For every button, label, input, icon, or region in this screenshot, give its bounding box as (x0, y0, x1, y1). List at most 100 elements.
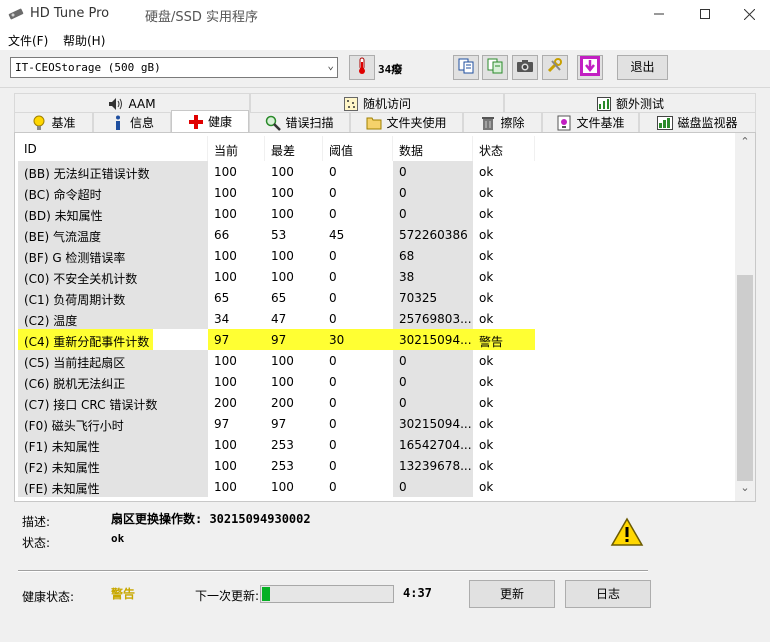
scroll-down-icon[interactable]: ⌄ (735, 481, 755, 499)
close-button[interactable] (726, 0, 770, 28)
table-row[interactable]: (C2) 温度 34 47 0 25769803... ok (18, 308, 535, 329)
cell-threshold: 0 (329, 480, 337, 494)
col-header-worst[interactable]: 最差 (265, 136, 323, 161)
cell-threshold: 0 (329, 186, 337, 200)
copy-screenshot-button[interactable] (482, 55, 508, 80)
tab-error-scan[interactable]: 错误扫描 (249, 112, 350, 132)
tab-folder-usage-label: 文件夹使用 (386, 116, 447, 130)
row-gap (153, 329, 208, 350)
col-header-current[interactable]: 当前 (208, 136, 265, 161)
tab-extra-tests[interactable]: 额外测试 (504, 93, 756, 113)
table-row[interactable]: (BF) G 检测错误率 100 100 0 68 ok (18, 245, 535, 266)
col-header-id[interactable]: ID (18, 136, 208, 161)
save-button[interactable] (577, 55, 603, 80)
chart-icon (596, 96, 612, 112)
tab-health-label: 健康 (207, 115, 232, 129)
cell-id: (BD) 未知属性 (18, 203, 208, 224)
cell-current: 97 (208, 329, 265, 350)
col-header-status[interactable]: 状态 (473, 136, 535, 161)
col-header-data[interactable]: 数据 (393, 136, 473, 161)
cell-data: 0 (393, 161, 473, 182)
cell-id: (C0) 不安全关机计数 (18, 266, 208, 287)
temperature-button[interactable] (349, 55, 375, 80)
table-row[interactable]: (F1) 未知属性 100 253 0 16542704... ok (18, 434, 535, 455)
tabs-row-2: 基准 信息 健康 错误扫描 文件夹使用 擦除 文件基准 磁盘监视器 (14, 110, 756, 132)
trash-icon (480, 115, 496, 131)
cell-threshold: 0 (329, 459, 337, 473)
cell-current: 34 (214, 312, 230, 326)
cell-id: (C7) 接口 CRC 错误计数 (18, 392, 208, 413)
scroll-up-icon[interactable]: ⌃ (735, 135, 755, 153)
description-label: 描述: (22, 515, 51, 529)
hdtune-app-icon (8, 6, 24, 22)
cell-status: ok (479, 249, 494, 263)
copy-info-button[interactable] (453, 55, 479, 80)
drive-select[interactable]: IT-CEOStorage (500 gB) ⌄ (10, 57, 338, 78)
table-row[interactable]: (FE) 未知属性 100 100 0 0 ok (18, 476, 535, 497)
chevron-down-icon: ⌄ (327, 59, 334, 72)
cell-status: ok (479, 375, 494, 389)
menu-file[interactable]: 文件(F) (8, 32, 48, 49)
scrollbar-thumb[interactable] (737, 275, 753, 481)
log-button[interactable]: 日志 (565, 580, 651, 608)
options-button[interactable] (542, 55, 568, 80)
cell-current: 100 (214, 186, 237, 200)
health-panel: ID 当前 最差 阈值 数据 状态 (BB) 无法纠正错误计数 100 100 … (14, 132, 756, 502)
table-row[interactable]: (F2) 未知属性 100 253 0 13239678... ok (18, 455, 535, 476)
tab-file-benchmark[interactable]: 文件基准 (542, 112, 639, 132)
tab-benchmark[interactable]: 基准 (14, 112, 93, 132)
tab-disk-monitor[interactable]: 磁盘监视器 (639, 112, 756, 132)
next-update-time: 4:37 (403, 586, 432, 600)
cell-worst: 100 (271, 165, 294, 179)
screenshot-button[interactable] (512, 55, 538, 80)
cell-worst: 100 (271, 270, 294, 284)
cell-id: (FE) 未知属性 (18, 476, 208, 497)
menu-help[interactable]: 帮助(H) (63, 32, 105, 49)
smart-table-header: ID 当前 最差 阈值 数据 状态 (18, 136, 535, 161)
refresh-button[interactable]: 更新 (469, 580, 555, 608)
tab-random-access-label: 随机访问 (362, 97, 411, 111)
thermometer-icon (356, 57, 368, 78)
cell-threshold: 0 (329, 417, 337, 431)
cell-threshold: 0 (329, 291, 337, 305)
table-row[interactable]: (BD) 未知属性 100 100 0 0 ok (18, 203, 535, 224)
table-row[interactable]: (F0) 磁头飞行小时 97 97 0 30215094... ok (18, 413, 535, 434)
cell-worst: 100 (271, 480, 294, 494)
tab-health[interactable]: 健康 (171, 110, 249, 132)
tab-file-benchmark-label: 文件基准 (576, 116, 625, 130)
cell-status: ok (479, 186, 494, 200)
table-row[interactable]: (BB) 无法纠正错误计数 100 100 0 0 ok (18, 161, 535, 182)
col-header-threshold[interactable]: 阈值 (323, 136, 393, 161)
table-row-warning[interactable]: (C4) 重新分配事件计数 97 97 30 30215094... 警告 (18, 329, 535, 350)
tab-info[interactable]: 信息 (93, 112, 171, 132)
exit-button[interactable]: 退出 (617, 55, 668, 80)
warning-icon (610, 517, 644, 547)
cell-current: 66 (214, 228, 230, 242)
minimize-button[interactable] (636, 0, 682, 28)
maximize-button[interactable] (682, 0, 728, 28)
title-bar: HD Tune Pro 硬盘/SSD 实用程序 (0, 0, 770, 28)
cell-worst: 47 (271, 312, 287, 326)
cell-threshold: 0 (329, 438, 337, 452)
table-row[interactable]: (C7) 接口 CRC 错误计数 200 200 0 0 ok (18, 392, 535, 413)
tab-random-access[interactable]: 随机访问 (250, 93, 504, 113)
tab-error-scan-label: 错误扫描 (285, 116, 334, 130)
tab-folder-usage[interactable]: 文件夹使用 (350, 112, 463, 132)
table-row[interactable]: (C6) 脱机无法纠正 100 100 0 0 ok (18, 371, 535, 392)
table-row[interactable]: (C0) 不安全关机计数 100 100 0 38 ok (18, 266, 535, 287)
download-arrow-icon (580, 56, 600, 79)
tab-benchmark-label: 基准 (51, 116, 76, 130)
tools-icon (546, 57, 564, 78)
window-title: HD Tune Pro (30, 6, 110, 21)
cell-current: 100 (214, 480, 237, 494)
table-row[interactable]: (BC) 命令超时 100 100 0 0 ok (18, 182, 535, 203)
table-row[interactable]: (C5) 当前挂起扇区 100 100 0 0 ok (18, 350, 535, 371)
vertical-scrollbar[interactable]: ⌃ ⌄ (735, 133, 755, 501)
tab-extra-tests-label: 额外测试 (615, 97, 664, 111)
table-row[interactable]: (C1) 负荷周期计数 65 65 0 70325 ok (18, 287, 535, 308)
cell-threshold: 45 (329, 228, 345, 242)
tab-aam-label: AAM (128, 96, 156, 111)
smart-table-body: (BB) 无法纠正错误计数 100 100 0 0 ok (BC) 命令超时 1… (18, 161, 535, 497)
tab-erase[interactable]: 擦除 (463, 112, 542, 132)
table-row[interactable]: (BE) 气流温度 66 53 45 572260386 ok (18, 224, 535, 245)
